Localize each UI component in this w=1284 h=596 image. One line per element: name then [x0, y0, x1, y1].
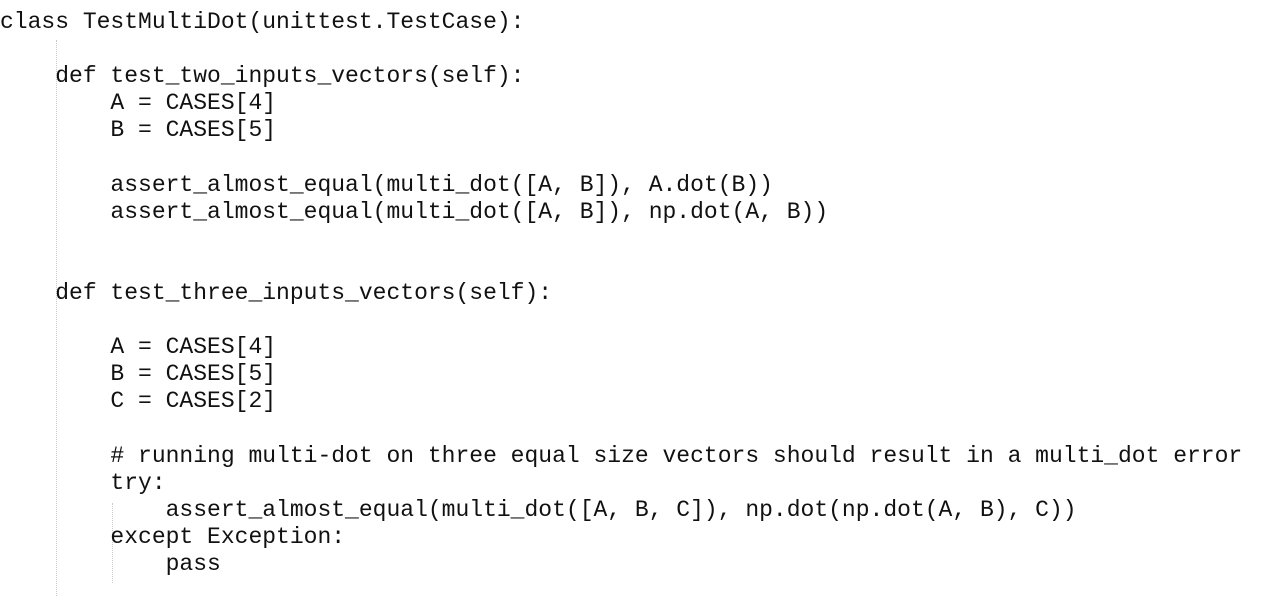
- code-line: A = CASES[4]: [0, 90, 277, 117]
- code-line: B = CASES[5]: [0, 117, 277, 144]
- code-line: # running multi-dot on three equal size …: [0, 442, 1243, 469]
- code-editor[interactable]: class TestMultiDot(unittest.TestCase): d…: [0, 0, 1284, 596]
- code-line: class TestMultiDot(unittest.TestCase):: [0, 9, 525, 35]
- code-line: try:: [0, 469, 166, 496]
- code-block[interactable]: class TestMultiDot(unittest.TestCase): d…: [0, 9, 1242, 578]
- code-line: assert_almost_equal(multi_dot([A, B]), A…: [0, 171, 773, 198]
- code-line: A = CASES[4]: [0, 334, 277, 361]
- code-line: C = CASES[2]: [0, 388, 277, 415]
- code-line: def test_two_inputs_vectors(self):: [0, 63, 525, 90]
- code-line: def test_three_inputs_vectors(self):: [0, 279, 553, 306]
- code-line: assert_almost_equal(multi_dot([A, B]), n…: [0, 198, 829, 225]
- code-line: pass: [0, 550, 221, 577]
- code-line: assert_almost_equal(multi_dot([A, B, C])…: [0, 496, 1077, 523]
- code-line: except Exception:: [0, 523, 346, 550]
- code-line: B = CASES[5]: [0, 361, 277, 388]
